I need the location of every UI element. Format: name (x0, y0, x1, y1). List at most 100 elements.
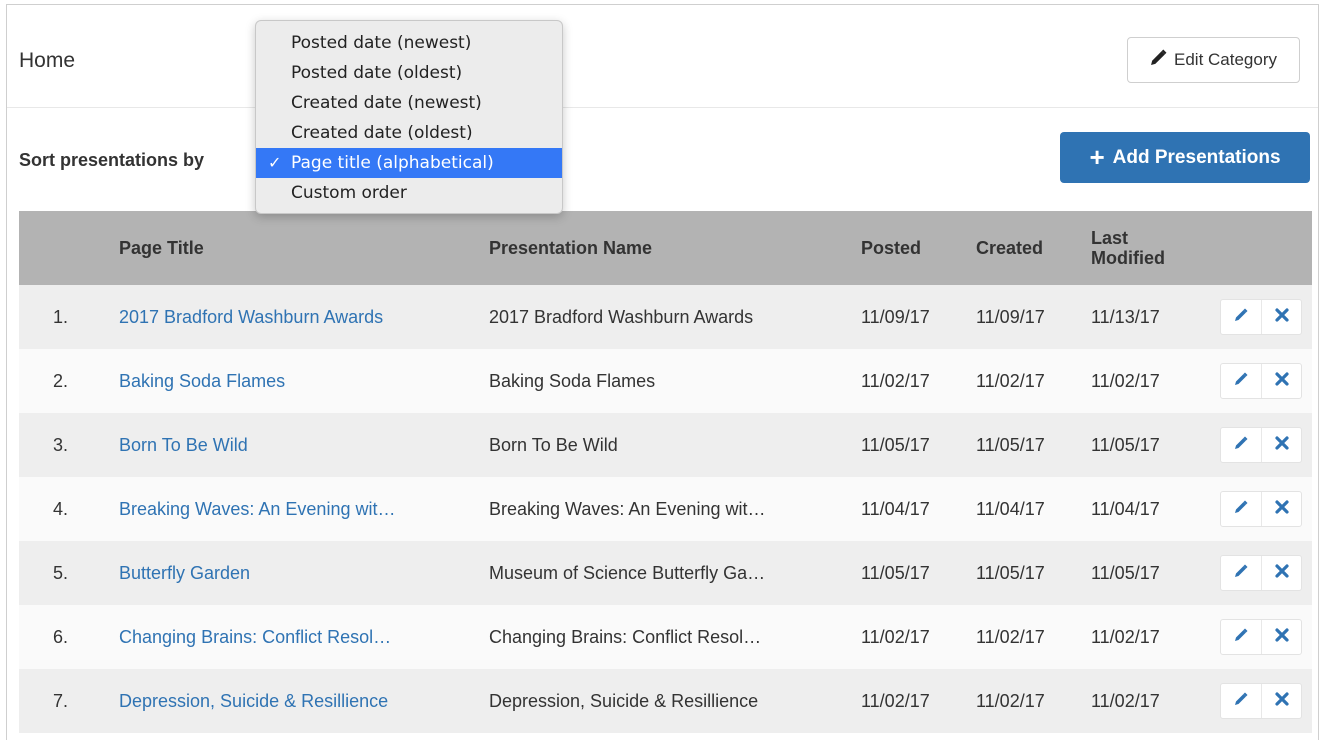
table-body: 1. 2017 Bradford Washburn Awards 2017 Brad… (19, 285, 1312, 733)
edit-row-button[interactable] (1221, 300, 1261, 334)
table-row: 1. 2017 Bradford Washburn Awards 2017 Brad… (19, 285, 1312, 349)
delete-row-button[interactable] (1261, 428, 1301, 462)
presentation-name: Breaking Waves: An Evening wit… (489, 498, 766, 519)
last-modified-date: 11/04/17 (1091, 498, 1160, 519)
pencil-icon (1233, 691, 1249, 712)
pencil-icon (1233, 307, 1249, 328)
sort-dropdown-menu: Posted date (newest) Posted date (oldest)… (255, 20, 563, 214)
sort-option[interactable]: Posted date (oldest) (256, 58, 562, 88)
table-row: 2. Baking Soda Flames Baking Soda Flames 11… (19, 349, 1312, 413)
page-frame: Home Edit Category Sort presentations by… (6, 4, 1319, 740)
row-action-group (1220, 363, 1302, 399)
presentation-name: 2017 Bradford Washburn Awards (489, 306, 754, 327)
presentation-name: Depression, Suicide & Resillience (489, 690, 759, 711)
row-actions (1204, 413, 1312, 477)
row-number: 7. (53, 690, 69, 711)
delete-row-button[interactable] (1261, 364, 1301, 398)
delete-row-button[interactable] (1261, 620, 1301, 654)
last-modified-date: 11/13/17 (1091, 306, 1160, 327)
last-modified-date: 11/02/17 (1091, 626, 1160, 647)
row-action-group (1220, 299, 1302, 335)
row-action-group (1220, 619, 1302, 655)
row-action-group (1220, 427, 1302, 463)
last-modified-date: 11/05/17 (1091, 562, 1160, 583)
row-actions (1204, 477, 1312, 541)
column-header-last-modified: Last Modified (1081, 211, 1204, 285)
sort-option[interactable]: Custom order (256, 178, 562, 208)
sort-option-label: Created date (newest) (291, 93, 482, 113)
pencil-icon (1233, 563, 1249, 584)
page-title-link[interactable]: Born To Be Wild (109, 413, 479, 477)
delete-row-button[interactable] (1261, 300, 1301, 334)
row-actions (1204, 349, 1312, 413)
close-icon (1274, 627, 1290, 648)
posted-date: 11/04/17 (861, 498, 930, 519)
delete-row-button[interactable] (1261, 556, 1301, 590)
sort-option[interactable]: Posted date (newest) (256, 28, 562, 58)
close-icon (1274, 435, 1290, 456)
posted-date: 11/02/17 (861, 690, 930, 711)
delete-row-button[interactable] (1261, 684, 1301, 718)
page-title-link[interactable]: Changing Brains: Conflict Resol… (109, 605, 479, 669)
add-presentations-button[interactable]: + Add Presentations (1060, 132, 1310, 183)
column-header-number (19, 211, 109, 285)
created-date: 11/02/17 (976, 626, 1045, 647)
pencil-icon (1233, 435, 1249, 456)
table-row: 6. Changing Brains: Conflict Resol… Changi… (19, 605, 1312, 669)
column-header-page-title: Page Title (119, 238, 204, 258)
column-header-presentation-name: Presentation Name (489, 238, 653, 258)
last-modified-line-2: Modified (1091, 248, 1165, 268)
edit-row-button[interactable] (1221, 684, 1261, 718)
page-title-link[interactable]: 2017 Bradford Washburn Awards (109, 285, 479, 349)
column-header-created: Created (976, 238, 1044, 258)
page-title-link[interactable]: Baking Soda Flames (109, 349, 479, 413)
close-icon (1274, 499, 1290, 520)
presentation-name: Changing Brains: Conflict Resol… (489, 626, 762, 647)
column-header-actions (1204, 211, 1312, 285)
pencil-icon (1233, 499, 1249, 520)
page-title-link[interactable]: Breaking Waves: An Evening wit… (109, 477, 479, 541)
close-icon (1274, 563, 1290, 584)
delete-row-button[interactable] (1261, 492, 1301, 526)
table-header-row: Page Title Presentation Name Posted Crea… (19, 211, 1312, 285)
row-number: 6. (53, 626, 69, 647)
row-number: 4. (53, 498, 69, 519)
sort-option[interactable]: ✓ Page title (alphabetical) (256, 148, 562, 178)
row-actions (1204, 669, 1312, 733)
edit-row-button[interactable] (1221, 428, 1261, 462)
last-modified-date: 11/02/17 (1091, 690, 1160, 711)
posted-date: 11/02/17 (861, 370, 930, 391)
page-title-link[interactable]: Butterfly Garden (109, 541, 479, 605)
edit-row-button[interactable] (1221, 492, 1261, 526)
row-number: 1. (53, 306, 69, 327)
table-row: 5. Butterfly Garden Museum of Science Butt… (19, 541, 1312, 605)
row-number: 5. (53, 562, 69, 583)
sort-option-label: Created date (oldest) (291, 123, 473, 143)
row-actions (1204, 605, 1312, 669)
pencil-icon (1150, 49, 1167, 71)
plus-icon: + (1089, 141, 1105, 172)
edit-row-button[interactable] (1221, 620, 1261, 654)
table-row: 7. Depression, Suicide & Resillience Depre… (19, 669, 1312, 733)
edit-category-label: Edit Category (1174, 50, 1277, 69)
edit-row-button[interactable] (1221, 364, 1261, 398)
last-modified-date: 11/02/17 (1091, 370, 1160, 391)
created-date: 11/09/17 (976, 306, 1045, 327)
edit-category-button[interactable]: Edit Category (1127, 37, 1300, 83)
table-row: 3. Born To Be Wild Born To Be Wild 11/05/17… (19, 413, 1312, 477)
checkmark-icon: ✓ (268, 153, 282, 172)
table-row: 4. Breaking Waves: An Evening wit… Breakin… (19, 477, 1312, 541)
page-title-link[interactable]: Depression, Suicide & Resillience (109, 669, 479, 733)
column-header-posted: Posted (861, 238, 922, 258)
created-date: 11/02/17 (976, 690, 1045, 711)
sort-label: Sort presentations by (19, 150, 205, 170)
last-modified-line-1: Last (1091, 228, 1129, 248)
page-title: Home (19, 49, 76, 72)
sort-option-label: Page title (alphabetical) (291, 153, 494, 173)
row-action-group (1220, 491, 1302, 527)
add-presentations-label: Add Presentations (1112, 146, 1281, 168)
edit-row-button[interactable] (1221, 556, 1261, 590)
close-icon (1274, 691, 1290, 712)
sort-option[interactable]: Created date (oldest) (256, 118, 562, 148)
sort-option[interactable]: Created date (newest) (256, 88, 562, 118)
